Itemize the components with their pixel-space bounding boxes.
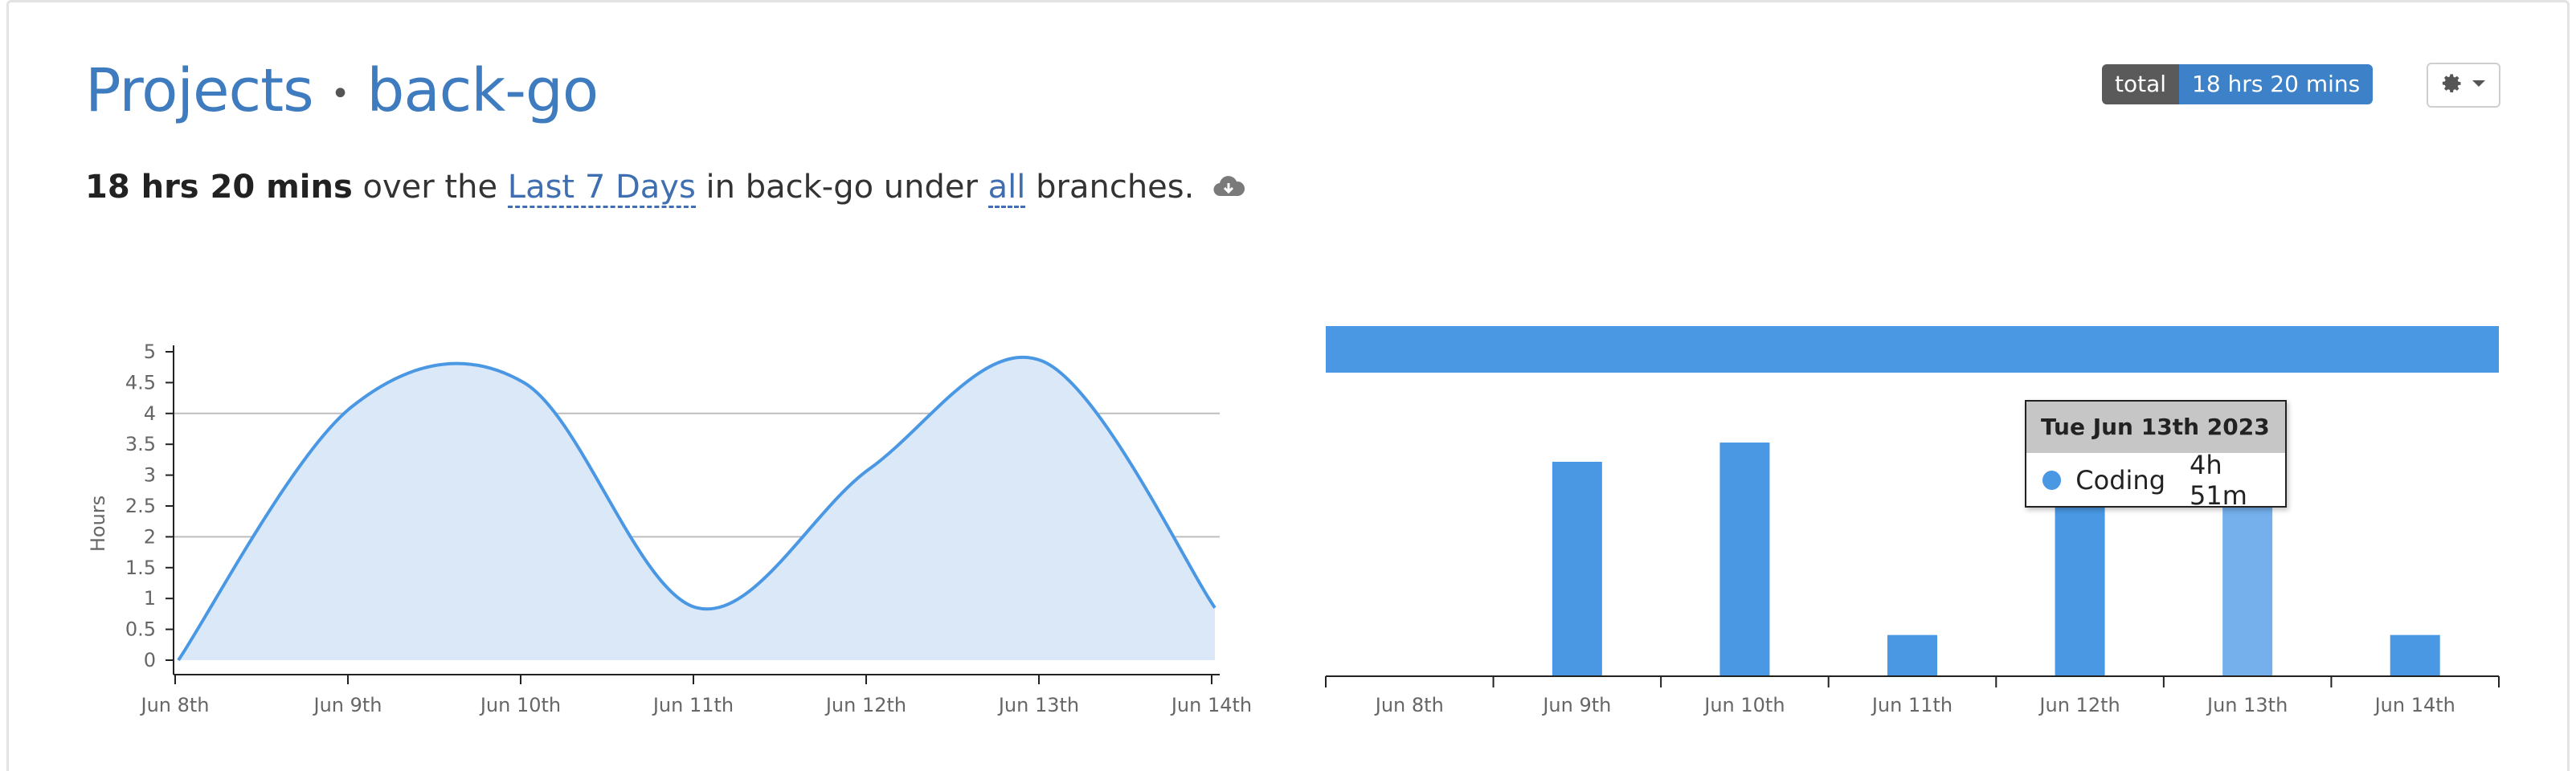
x-tick-label: Jun 11th [1871,694,1952,716]
x-tick-label: Jun 9th [1541,694,1611,716]
y-tick-label: 1.5 [125,557,156,579]
y-tick-label: 0 [144,649,156,671]
bar[interactable] [1887,634,1937,676]
y-tick-label: 0.5 [125,618,156,641]
x-tick-label: Jun 14th [1170,694,1252,716]
bar[interactable] [1719,443,1770,676]
series-legend-bar[interactable] [1326,326,2499,373]
bar[interactable] [2055,505,2105,676]
y-tick-label: 4.5 [125,371,156,394]
y-tick-label: 3 [144,464,156,487]
y-tick-label: 3.5 [125,433,156,455]
area-fill [178,357,1215,660]
y-tick-label: 1 [144,587,156,610]
series-color-dot [2042,471,2062,490]
y-tick-label: 2 [144,525,156,548]
y-tick-label: 5 [144,341,156,363]
x-tick-label: Jun 12th [824,694,906,716]
chart-tooltip: Tue Jun 13th 2023 Coding 4h 51m [2025,400,2287,511]
x-tick-label: Jun 9th [312,694,382,716]
bar[interactable] [1552,462,1602,676]
tooltip-title: Tue Jun 13th 2023 [2026,402,2285,453]
x-tick-label: Jun 8th [139,694,209,716]
y-axis-label: Hours [87,496,109,552]
bar-chart: Jun 8th Jun 9th Jun 10th Jun 11th Jun 12th Ju… [1325,326,2500,716]
y-tick-label: 4 [144,402,156,425]
tooltip-row: Coding 4h 51m [2026,450,2285,511]
x-tick-label: Jun 11th [652,694,734,716]
y-tick-label: 2.5 [125,495,156,517]
tooltip-value: 4h 51m [2190,450,2247,511]
x-tick-label: Jun 13th [2206,694,2288,716]
x-tick-label: Jun 13th [997,694,1079,716]
bar[interactable] [2390,634,2440,676]
x-tick-label: Jun 10th [479,694,561,716]
area-chart: 0 0.5 1 1.5 2 2.5 3 3.5 4 4.5 5 Jun 8th Jun 9th Jun … [87,341,1252,716]
tooltip-series-name: Coding [2075,465,2165,496]
x-tick-label: Jun 12th [2038,694,2120,716]
x-tick-label: Jun 8th [1374,694,1444,716]
x-tick-label: Jun 10th [1703,694,1785,716]
x-tick-label: Jun 14th [2374,694,2455,716]
